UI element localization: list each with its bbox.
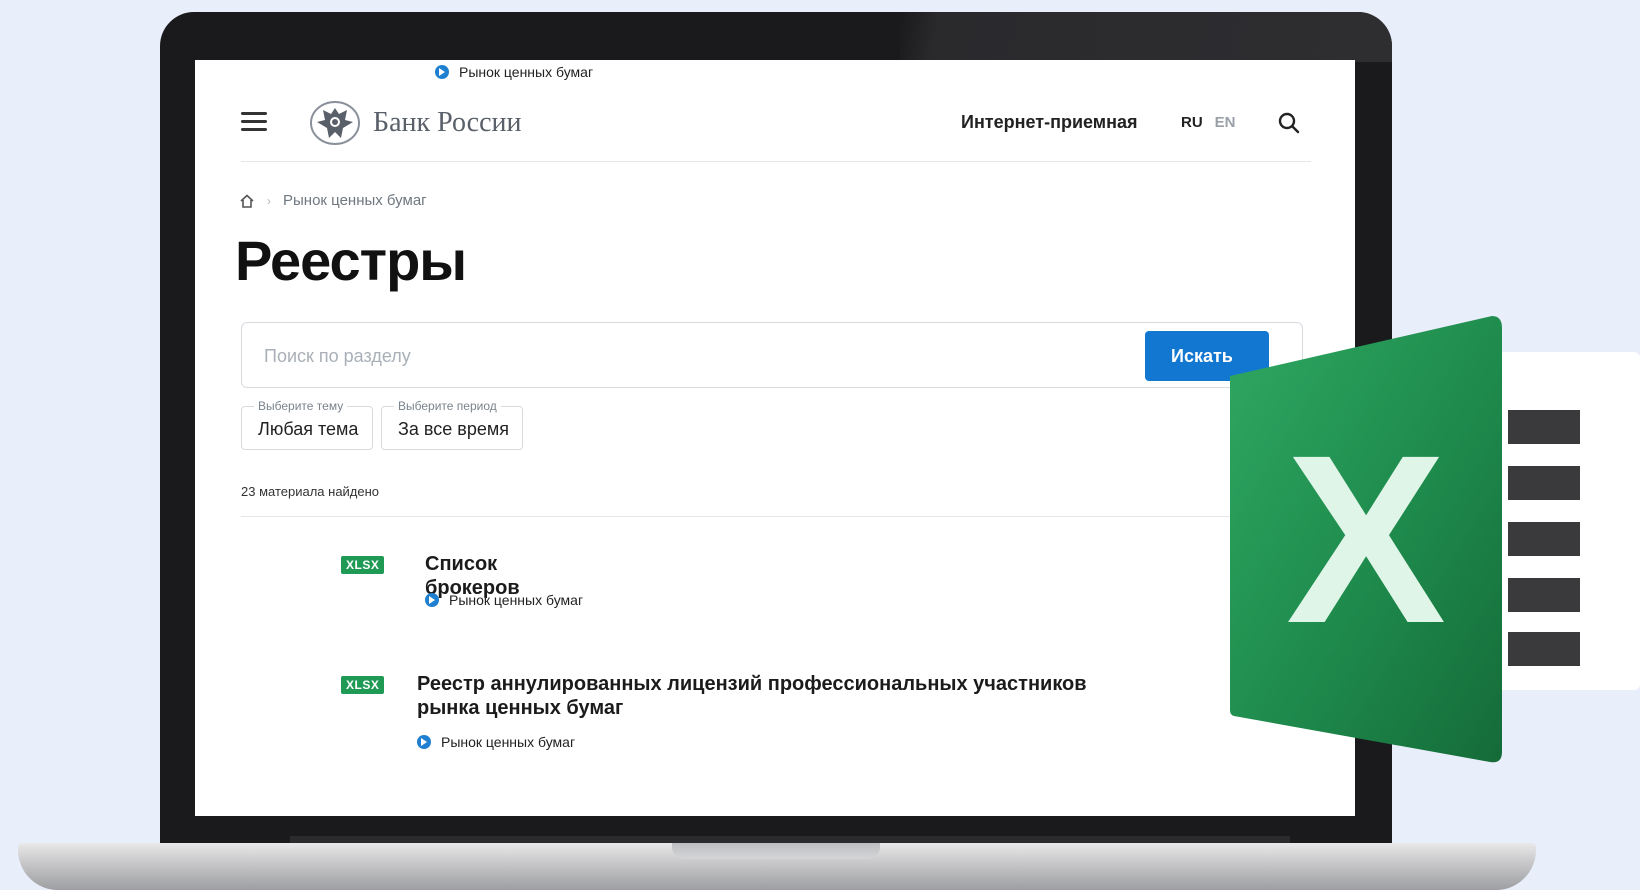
search-input[interactable] bbox=[264, 335, 1124, 377]
divider bbox=[241, 516, 1303, 517]
lid-glare bbox=[900, 12, 1392, 62]
top-category-link[interactable]: Рынок ценных бумаг bbox=[435, 64, 593, 80]
document-title[interactable]: Реестр аннулированных лицензий профессио… bbox=[417, 672, 1117, 720]
period-filter-value: За все время bbox=[398, 419, 509, 439]
excel-logo-icon: X bbox=[1230, 316, 1502, 763]
language-switch: RU EN bbox=[1181, 114, 1236, 131]
results-count: 23 материала найдено bbox=[241, 484, 380, 499]
browser-screen: Рынок ценных бумаг Банк России Интернет-… bbox=[195, 60, 1355, 816]
laptop-notch bbox=[672, 843, 880, 859]
internet-reception-link[interactable]: Интернет-приемная bbox=[961, 112, 1138, 133]
top-category-label: Рынок ценных бумаг bbox=[459, 64, 594, 80]
xlsx-badge: XLSX bbox=[341, 676, 385, 694]
topic-filter-label: Выберите тему bbox=[254, 399, 348, 413]
excel-letter: X bbox=[1286, 405, 1446, 673]
arrow-circle-icon bbox=[435, 65, 449, 79]
bank-name: Банк России bbox=[373, 107, 522, 138]
document-tag-label: Рынок ценных бумаг bbox=[441, 734, 576, 750]
lang-ru[interactable]: RU bbox=[1181, 114, 1203, 131]
chevron-right-icon: › bbox=[267, 193, 271, 208]
topic-filter-value: Любая тема bbox=[258, 419, 359, 439]
site-header: Банк России Интернет-приемная RU EN bbox=[241, 90, 1311, 162]
xlsx-badge: XLSX bbox=[341, 556, 385, 574]
period-filter[interactable]: Выберите период За все время bbox=[381, 399, 523, 450]
bank-logo[interactable]: Банк России bbox=[309, 100, 522, 146]
arrow-circle-icon bbox=[425, 593, 439, 607]
breadcrumb-item[interactable]: Рынок ценных бумаг bbox=[283, 192, 427, 209]
menu-icon[interactable] bbox=[241, 112, 267, 132]
lang-en[interactable]: EN bbox=[1215, 114, 1236, 131]
section-search: Искать bbox=[241, 322, 1303, 388]
breadcrumb: › Рынок ценных бумаг bbox=[239, 192, 427, 209]
topic-filter[interactable]: Выберите тему Любая тема bbox=[241, 399, 373, 450]
document-tag-label: Рынок ценных бумаг bbox=[449, 592, 584, 608]
arrow-circle-icon bbox=[417, 735, 431, 749]
document-tag[interactable]: Рынок ценных бумаг bbox=[425, 592, 583, 608]
search-icon[interactable] bbox=[1276, 110, 1302, 136]
period-filter-label: Выберите период bbox=[394, 399, 501, 413]
home-icon[interactable] bbox=[239, 193, 255, 209]
document-tag[interactable]: Рынок ценных бумаг bbox=[417, 734, 575, 750]
page-title: Реестры bbox=[235, 229, 467, 292]
eagle-emblem-icon bbox=[310, 101, 360, 145]
